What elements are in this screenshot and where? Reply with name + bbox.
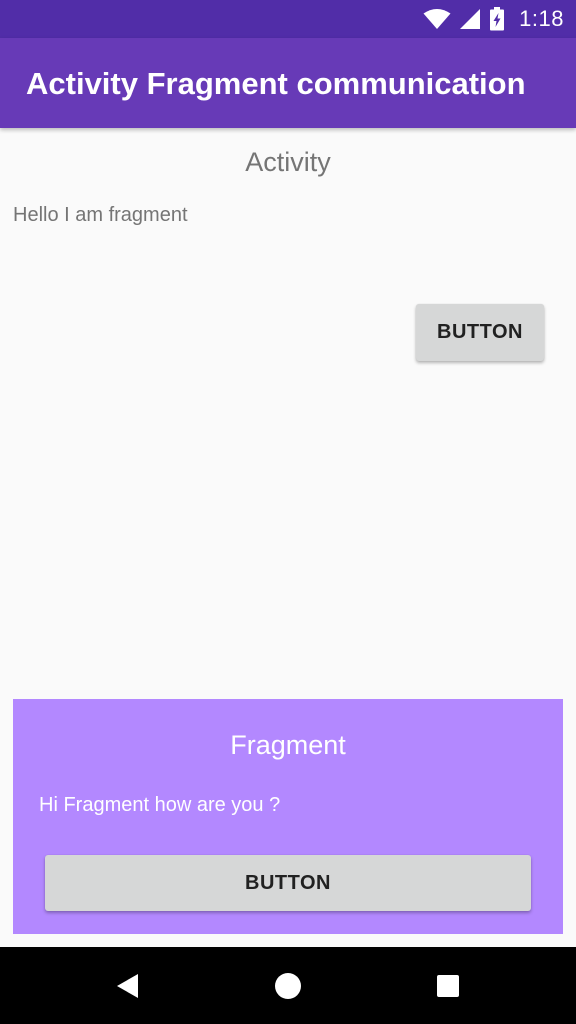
app-title: Activity Fragment communication — [26, 66, 526, 101]
fragment-heading: Fragment — [230, 730, 346, 760]
home-icon — [275, 972, 301, 999]
back-icon — [117, 973, 138, 998]
activity-button[interactable]: BUTTON — [416, 304, 544, 361]
status-time: 1:18 — [519, 6, 564, 31]
recents-button[interactable] — [418, 947, 478, 1024]
app-bar: Activity Fragment communication — [0, 38, 576, 128]
back-button[interactable] — [98, 947, 158, 1024]
fragment-panel: Fragment Hi Fragment how are you ? BUTTO… — [13, 699, 563, 934]
activity-heading: Activity — [245, 147, 331, 177]
navigation-bar — [0, 947, 576, 1024]
wifi-icon — [423, 9, 451, 29]
activity-message-text: Hello I am fragment — [13, 204, 188, 226]
recents-icon — [437, 974, 459, 997]
status-icons: 1:18 — [423, 0, 564, 38]
fragment-button[interactable]: BUTTON — [45, 855, 531, 911]
cell-signal-icon — [460, 9, 481, 29]
fragment-message-text: Hi Fragment how are you ? — [39, 794, 281, 816]
status-bar: 1:18 — [0, 0, 576, 38]
home-button[interactable] — [258, 947, 318, 1024]
battery-charging-icon — [490, 7, 505, 31]
